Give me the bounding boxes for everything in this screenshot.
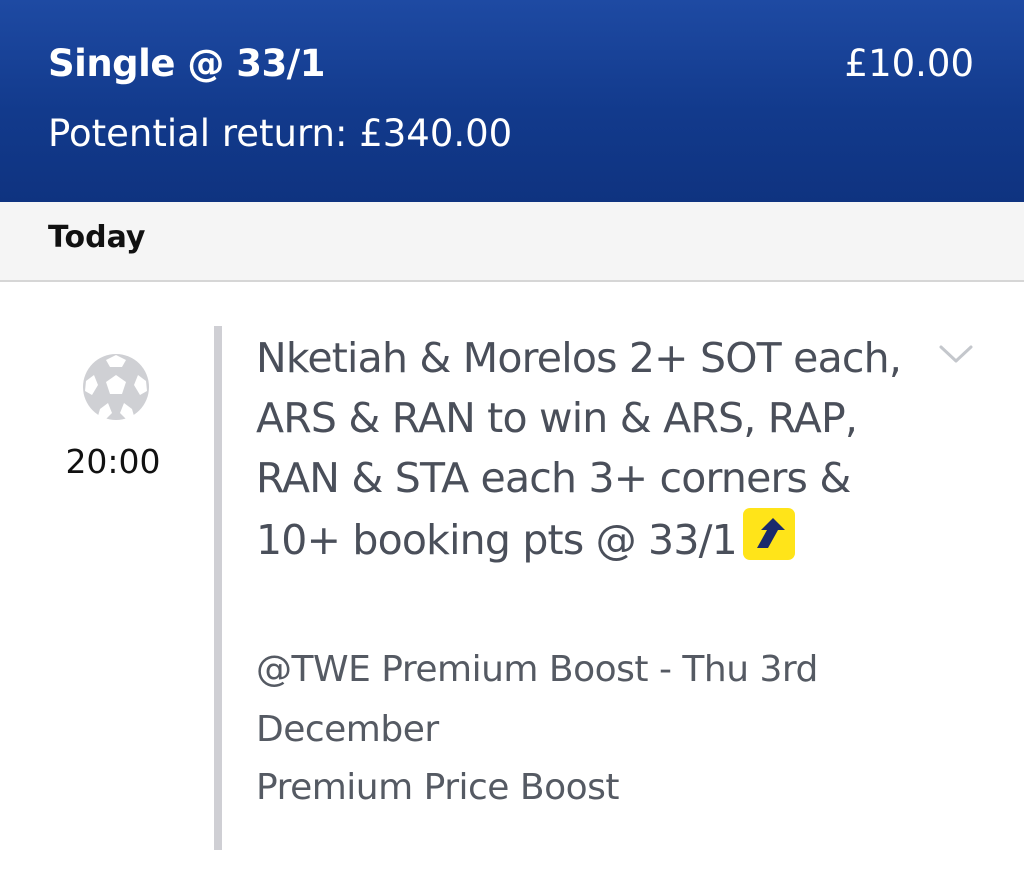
market-name: @TWE Premium Boost - Thu 3rd December: [256, 649, 818, 750]
event-time: 20:00: [65, 442, 161, 481]
selection-description: Nketiah & Morelos 2+ SOT each, ARS & RAN…: [256, 328, 936, 570]
chevron-down-icon[interactable]: [938, 342, 974, 366]
bet-summary-header: Single @ 33/1 £10.00 Potential return: £…: [0, 0, 1024, 202]
stake-amount[interactable]: £10.00: [845, 42, 974, 85]
boost-type-label: Premium Price Boost: [256, 767, 620, 808]
bet-type-label: Single @ 33/1: [48, 42, 325, 85]
potential-return: Potential return: £340.00: [48, 112, 513, 155]
price-boost-arrow-icon: [742, 508, 795, 560]
date-group-label: Today: [48, 220, 146, 255]
football-icon: [83, 354, 149, 420]
event-divider: [214, 326, 222, 850]
date-group-header: [0, 202, 1024, 282]
selection-text: Nketiah & Morelos 2+ SOT each, ARS & RAN…: [256, 334, 902, 564]
